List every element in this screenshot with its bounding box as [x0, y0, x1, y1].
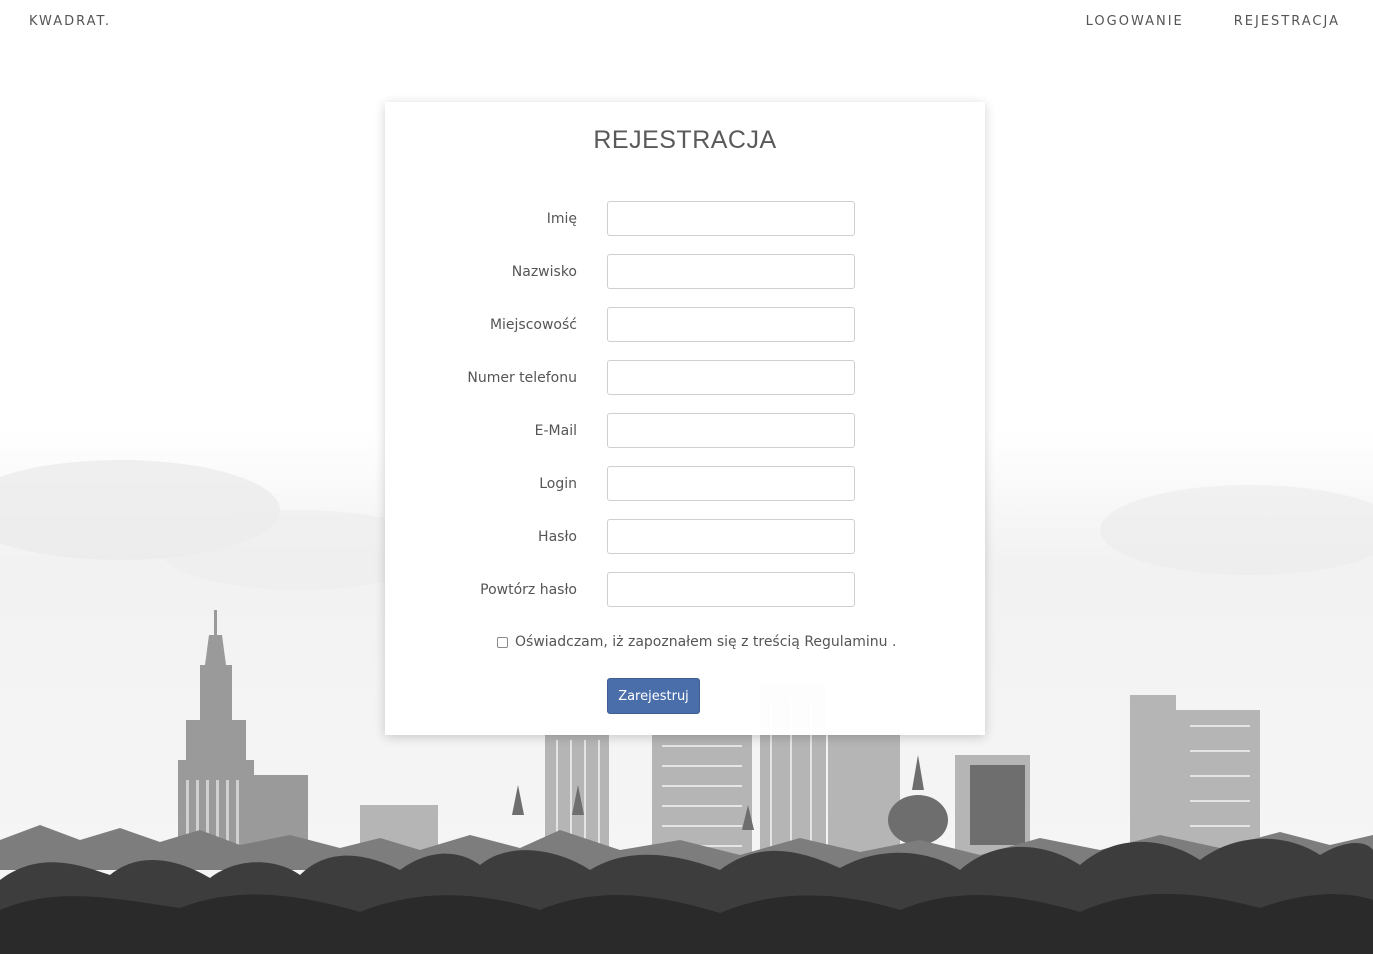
field-row-login: Login [385, 466, 985, 504]
top-nav: LOGOWANIE REJESTRACJA [1086, 14, 1340, 29]
field-label-imie: Imię [546, 211, 577, 227]
field-row-email: E-Mail [385, 413, 985, 451]
password-input[interactable] [607, 519, 855, 554]
field-row-miejscowosc: Miejscowość [385, 307, 985, 345]
email-input[interactable] [607, 413, 855, 448]
field-label-miejscowosc: Miejscowość [489, 317, 577, 333]
field-label-email: E-Mail [534, 423, 577, 439]
registration-card: REJESTRACJA Imię Nazwisko Miejscowość Nu… [385, 102, 985, 735]
last-name-input[interactable] [607, 254, 855, 289]
terms-label: Oświadczam, iż zapoznałem się z treścią … [515, 634, 897, 650]
field-label-haslo: Hasło [538, 529, 577, 545]
field-label-login: Login [539, 476, 577, 492]
register-button[interactable]: Zarejestruj [607, 678, 700, 714]
login-input[interactable] [607, 466, 855, 501]
terms-row: Oświadczam, iż zapoznałem się z treścią … [497, 634, 896, 650]
city-input[interactable] [607, 307, 855, 342]
phone-input[interactable] [607, 360, 855, 395]
form-title: REJESTRACJA [593, 126, 777, 154]
confirm-password-input[interactable] [607, 572, 855, 607]
field-label-powtorz-haslo: Powtórz hasło [480, 582, 577, 598]
field-row-nazwisko: Nazwisko [385, 254, 985, 292]
nav-link-logowanie[interactable]: LOGOWANIE [1086, 14, 1184, 29]
brand-logo-link[interactable]: KWADRAT. [29, 14, 111, 29]
nav-link-rejestracja[interactable]: REJESTRACJA [1234, 14, 1340, 29]
field-row-haslo: Hasło [385, 519, 985, 557]
field-row-powtorz-haslo: Powtórz hasło [385, 572, 985, 610]
field-row-imie: Imię [385, 201, 985, 239]
page: KWADRAT. LOGOWANIE REJESTRACJA REJESTRAC… [0, 0, 1373, 954]
terms-checkbox[interactable] [497, 636, 508, 648]
field-row-telefon: Numer telefonu [385, 360, 985, 398]
field-label-nazwisko: Nazwisko [511, 264, 577, 280]
first-name-input[interactable] [607, 201, 855, 236]
field-label-telefon: Numer telefonu [467, 370, 577, 386]
